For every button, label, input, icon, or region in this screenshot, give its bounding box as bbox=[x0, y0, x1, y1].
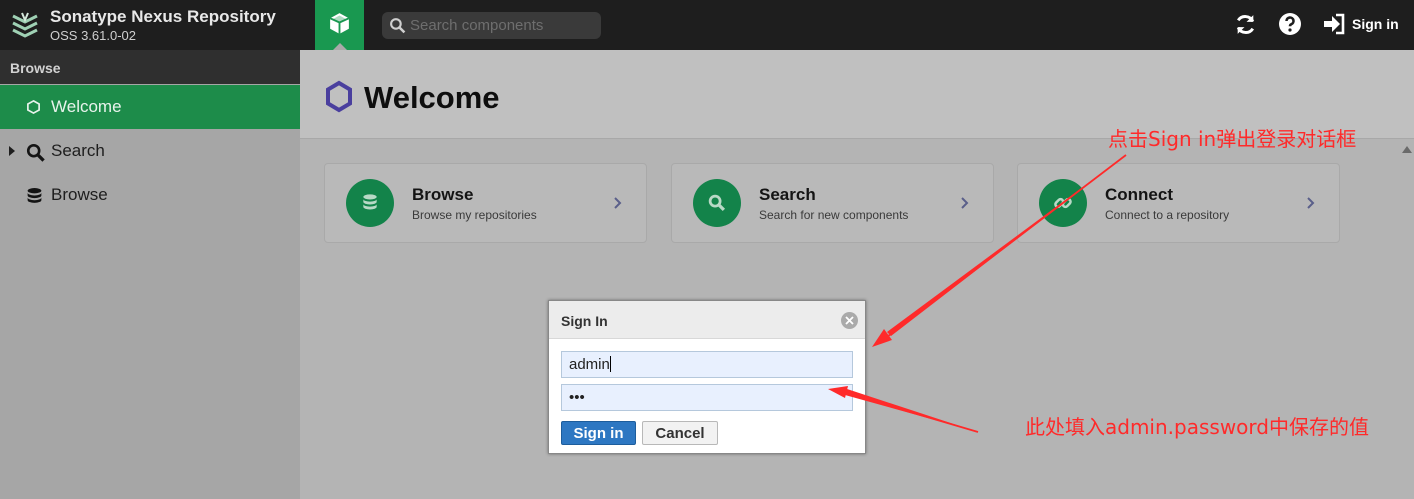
password-field[interactable]: ••• bbox=[561, 384, 853, 411]
nexus-logo-icon[interactable] bbox=[10, 10, 40, 40]
hexagon-icon bbox=[27, 99, 40, 115]
chevron-right-icon bbox=[1307, 197, 1315, 209]
search-icon bbox=[708, 194, 726, 212]
sidebar-item-label: Search bbox=[51, 141, 105, 160]
sidebar-item-search[interactable]: Search bbox=[0, 129, 300, 173]
sign-in-icon bbox=[1324, 13, 1345, 35]
dialog-title: Sign In bbox=[561, 313, 608, 329]
database-icon bbox=[27, 188, 42, 203]
dialog-close-button[interactable] bbox=[841, 312, 858, 329]
sidebar-item-label: Welcome bbox=[51, 97, 122, 116]
dialog-cancel-button[interactable]: Cancel bbox=[642, 421, 718, 445]
page-title: Welcome bbox=[364, 80, 500, 115]
help-icon[interactable] bbox=[1278, 12, 1302, 36]
card-title: Search bbox=[759, 185, 816, 204]
card-icon-circle bbox=[1039, 179, 1087, 227]
sign-in-button[interactable]: Sign in bbox=[1322, 13, 1399, 35]
sidebar-item-welcome[interactable]: Welcome bbox=[0, 85, 300, 129]
search-input[interactable] bbox=[410, 16, 595, 35]
sidebar: Browse Welcome Search Browse bbox=[0, 50, 300, 499]
search-icon bbox=[390, 18, 406, 34]
card-subtitle: Browse my repositories bbox=[412, 208, 537, 222]
sidebar-item-browse[interactable]: Browse bbox=[0, 173, 300, 217]
username-field[interactable]: admin bbox=[561, 351, 853, 378]
database-icon bbox=[363, 194, 377, 210]
sidebar-header: Browse bbox=[0, 50, 300, 84]
card-subtitle: Search for new components bbox=[759, 208, 909, 222]
card-subtitle: Connect to a repository bbox=[1105, 208, 1230, 222]
card-title: Browse bbox=[412, 185, 474, 204]
top-header: Sonatype Nexus Repository OSS 3.61.0-02 bbox=[0, 0, 1414, 50]
sign-in-dialog: Sign In admin ••• Sign in Cancel bbox=[548, 300, 866, 454]
annotation-text-password: 此处填入admin.password中保存的值 bbox=[1025, 415, 1369, 439]
active-mode-caret bbox=[333, 43, 347, 50]
refresh-icon[interactable] bbox=[1233, 12, 1258, 37]
app-version: OSS 3.61.0-02 bbox=[50, 28, 136, 43]
app-title: Sonatype Nexus Repository bbox=[50, 7, 276, 26]
link-icon bbox=[1054, 197, 1072, 209]
dialog-sign-in-button[interactable]: Sign in bbox=[561, 421, 636, 445]
cube-icon bbox=[329, 13, 350, 34]
connect-card[interactable]: Connect Connect to a repository bbox=[1017, 163, 1340, 243]
browse-mode-button[interactable] bbox=[315, 0, 364, 50]
card-icon-circle bbox=[346, 179, 394, 227]
chevron-right-icon bbox=[961, 197, 969, 209]
search-box[interactable] bbox=[382, 12, 601, 39]
sign-in-label: Sign in bbox=[1352, 16, 1399, 32]
search-card[interactable]: Search Search for new components bbox=[671, 163, 994, 243]
scroll-up-arrow-icon[interactable] bbox=[1402, 146, 1412, 153]
annotation-text-sign-in: 点击Sign in弹出登录对话框 bbox=[1108, 127, 1357, 151]
close-icon bbox=[845, 316, 854, 325]
search-icon bbox=[26, 143, 45, 162]
chevron-right-icon bbox=[614, 197, 622, 209]
browse-card[interactable]: Browse Browse my repositories bbox=[324, 163, 647, 243]
hexagon-icon bbox=[326, 80, 352, 113]
card-title: Connect bbox=[1105, 185, 1173, 204]
sidebar-item-label: Browse bbox=[51, 185, 108, 204]
expand-arrow-icon[interactable] bbox=[9, 146, 15, 156]
card-icon-circle bbox=[693, 179, 741, 227]
